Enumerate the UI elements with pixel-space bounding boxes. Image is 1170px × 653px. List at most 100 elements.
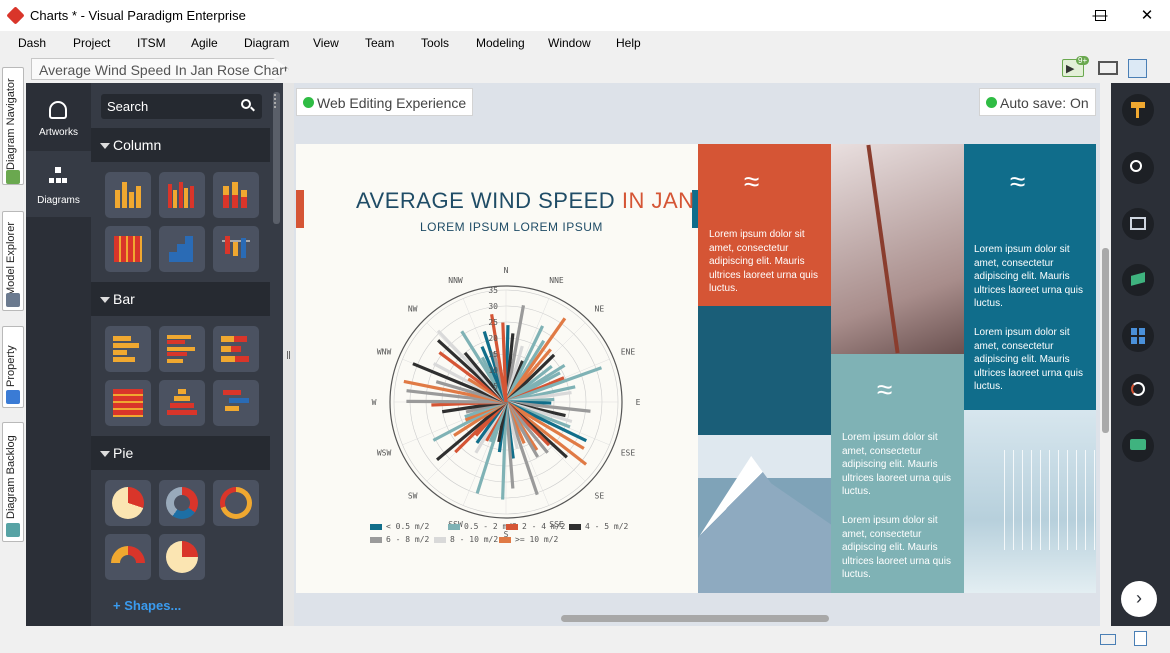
step-column-tile[interactable] [159, 226, 205, 272]
title-accent-bar [296, 190, 304, 228]
direction-label: NE [595, 305, 605, 314]
autosave-indicator[interactable]: Auto save: On [979, 88, 1096, 116]
infographic-page[interactable]: AVERAGE WIND SPEED IN JAN LOREM IPSUM LO… [296, 144, 1096, 593]
menu-itsm[interactable]: ITSM [137, 36, 166, 50]
breadcrumb[interactable]: Average Wind Speed In Jan Rose Chart [31, 58, 289, 80]
menu-tools[interactable]: Tools [421, 36, 449, 50]
palette-scroll-thumb[interactable] [273, 92, 280, 224]
info-block-orange: ≈ Lorem ipsum dolor sit amet, consectetu… [698, 144, 831, 306]
pie-chart-tile[interactable] [105, 480, 151, 526]
window-panel-icon[interactable] [1122, 208, 1154, 240]
menu-team[interactable]: Team [365, 36, 394, 50]
direction-label: ESE [621, 449, 636, 458]
grouped-bar-tile[interactable] [159, 326, 205, 372]
palette-menu-icon[interactable] [274, 94, 278, 108]
grid-layout-icon[interactable] [1122, 320, 1154, 352]
menu-help[interactable]: Help [616, 36, 641, 50]
legend-label: 4 - 5 m/2 [585, 522, 629, 531]
legend-swatch [370, 536, 382, 543]
legend-item: < 0.5 m/2 [370, 522, 429, 531]
direction-label: SE [595, 491, 605, 500]
tab-model-explorer[interactable]: Model Explorer [2, 211, 24, 311]
direction-label: E [636, 398, 641, 407]
legend-label: 8 - 10 m/2 [450, 535, 499, 544]
zoom-icon[interactable] [1122, 152, 1154, 184]
legend-item: >= 10 m/2 [499, 535, 558, 544]
document-edit-icon[interactable] [1134, 631, 1147, 646]
artworks-icon [49, 101, 67, 119]
fit-to-window-icon[interactable] [1098, 61, 1118, 75]
app-logo-icon [6, 6, 25, 25]
info-text: Lorem ipsum dolor sit amet, consectetur … [974, 327, 1083, 392]
direction-label: WSW [377, 449, 392, 458]
tab-label: Diagram Backlog [5, 435, 17, 519]
menu-diagram[interactable]: Diagram [244, 36, 289, 50]
info-block-sage: ≈ Lorem ipsum dolor sit amet, consectetu… [831, 354, 964, 593]
column-chart-tile[interactable] [105, 172, 151, 218]
half-donut-tile[interactable] [105, 534, 151, 580]
legend-swatch [569, 523, 581, 530]
layout-panel-icon[interactable] [1128, 59, 1147, 78]
comment-icon[interactable] [1122, 430, 1154, 462]
panel-splitter[interactable] [283, 83, 294, 626]
history-icon[interactable] [1122, 374, 1154, 406]
nav-diagrams-label: Diagrams [37, 195, 80, 206]
menu-project[interactable]: Project [73, 36, 110, 50]
nav-diagrams[interactable]: Diagrams [26, 151, 91, 217]
range-bar-tile[interactable] [213, 380, 259, 426]
tab-diagram-backlog[interactable]: Diagram Backlog [2, 422, 24, 542]
plus-icon: + [113, 598, 125, 613]
web-editing-indicator[interactable]: Web Editing Experience [296, 88, 474, 116]
info-text: Lorem ipsum dolor sit amet, consectetur … [842, 515, 951, 580]
section-bar[interactable]: Bar [91, 282, 270, 316]
ring-chart-tile[interactable] [213, 480, 259, 526]
percent-column-tile[interactable] [105, 226, 151, 272]
bar-chart-tile[interactable] [105, 326, 151, 372]
tab-property[interactable]: Property [2, 326, 24, 408]
shapes-button[interactable]: + Shapes... [113, 598, 181, 613]
wind-turbines-photo [964, 410, 1096, 593]
tab-diagram-navigator[interactable]: Diagram Navigator [2, 67, 24, 185]
tab-label: Diagram Navigator [5, 78, 17, 170]
pyramid-bar-tile[interactable] [159, 380, 205, 426]
stacked-bar-tile[interactable] [213, 326, 259, 372]
close-button[interactable]: ✕ [1124, 0, 1170, 31]
menu-window[interactable]: Window [548, 36, 591, 50]
format-painter-icon[interactable] [1122, 94, 1154, 126]
tab-label: Property [5, 345, 17, 387]
wind-rose-chart: NNNENEENEEESESESSESSSWSWWSWWWNWNWNNW5101… [372, 266, 641, 539]
window-title: Charts * - Visual Paradigm Enterprise [30, 8, 246, 23]
backlog-icon [6, 523, 20, 537]
range-column-tile[interactable] [213, 226, 259, 272]
horizontal-scrollbar[interactable] [561, 615, 829, 622]
menu-modeling[interactable]: Modeling [476, 36, 525, 50]
chart-subtitle: LOREM IPSUM LOREM IPSUM [420, 220, 603, 234]
nav-artworks[interactable]: Artworks [26, 83, 91, 149]
radial-tick-label: 20 [488, 334, 498, 343]
legend-label: < 0.5 m/2 [386, 522, 430, 531]
section-pie[interactable]: Pie [91, 436, 270, 470]
menu-agile[interactable]: Agile [191, 36, 218, 50]
expand-chevron-icon[interactable]: › [1121, 581, 1157, 617]
sail-photo [831, 144, 964, 354]
section-column[interactable]: Column [91, 128, 270, 162]
mail-icon[interactable] [1100, 634, 1116, 645]
info-text: Lorem ipsum dolor sit amet, consectetur … [842, 432, 951, 497]
stacked-column-tile[interactable] [213, 172, 259, 218]
menu-view[interactable]: View [313, 36, 339, 50]
layers-icon[interactable] [1122, 264, 1154, 296]
grouped-column-tile[interactable] [159, 172, 205, 218]
chart-title: AVERAGE WIND SPEED IN JAN [356, 188, 695, 214]
legend-swatch [434, 536, 446, 543]
menu-dash[interactable]: Dash [18, 36, 46, 50]
search-input[interactable]: Search [101, 94, 262, 119]
exploded-pie-tile[interactable] [159, 534, 205, 580]
donut-chart-tile[interactable] [159, 480, 205, 526]
direction-label: WNW [377, 347, 392, 356]
wind-icon: ≈ [1010, 166, 1026, 197]
wind-icon: ≈ [744, 166, 760, 197]
vertical-scroll-thumb[interactable] [1102, 248, 1109, 433]
maximize-button[interactable] [1095, 10, 1106, 21]
title-accent: IN JAN [621, 188, 695, 213]
percent-bar-tile[interactable] [105, 380, 151, 426]
